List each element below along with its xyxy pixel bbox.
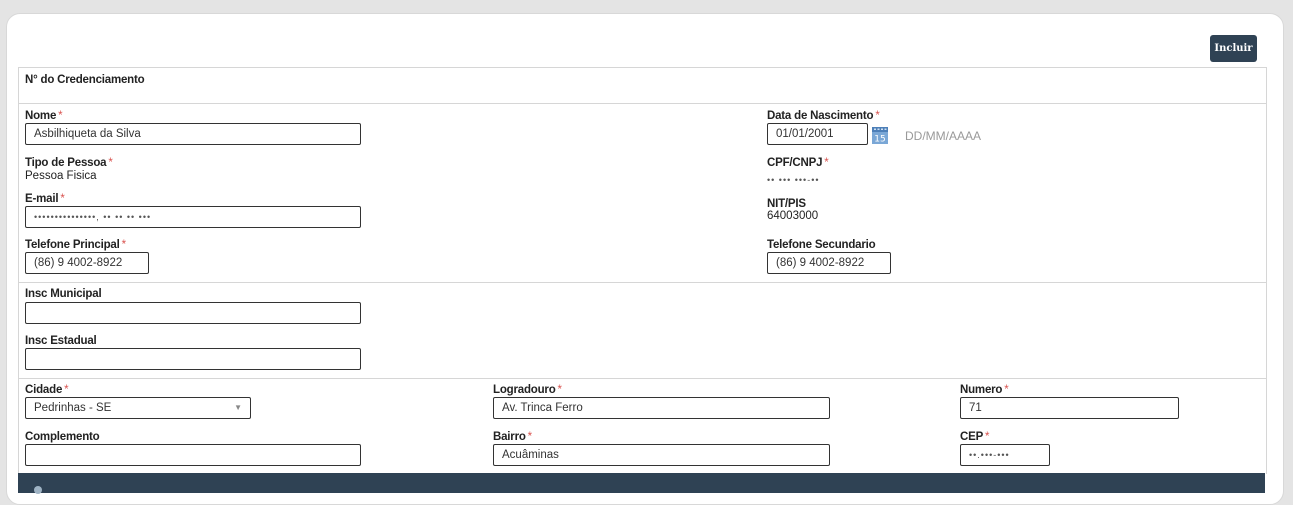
cep-label: CEP * — [960, 431, 990, 443]
cidade-select[interactable]: Pedrinhas - SE ▼ — [25, 397, 251, 419]
cep-input[interactable]: ••.•••-••• — [960, 444, 1050, 466]
numero-label: Numero * — [960, 384, 1009, 396]
cidade-label: Cidade * — [25, 384, 69, 396]
data-nascimento-label: Data de Nascimento * — [767, 110, 880, 122]
tipo-pessoa-label: Tipo de Pessoa * — [25, 157, 113, 169]
svg-text:15: 15 — [874, 135, 885, 145]
insc-municipal-input[interactable] — [25, 302, 361, 324]
insc-municipal-label: Insc Municipal — [25, 288, 102, 300]
credenciamento-label: N° do Credenciamento — [25, 74, 145, 86]
bairro-label: Bairro * — [493, 431, 532, 443]
nome-label: Nome * — [25, 110, 63, 122]
telefone-principal-input[interactable]: (86) 9 4002-8922 — [25, 252, 149, 274]
credenciamento-section — [18, 67, 1267, 104]
nome-input[interactable]: Asbilhiqueta da Silva — [25, 123, 361, 145]
chevron-down-icon: ▼ — [234, 403, 242, 412]
email-input[interactable]: •••••••••••••••, •• •• •• ••• — [25, 206, 361, 228]
nit-pis-value: 64003000 — [767, 210, 819, 222]
telefone-secundario-input[interactable]: (86) 9 4002-8922 — [767, 252, 891, 274]
next-section-header — [18, 473, 1265, 493]
data-nascimento-input[interactable]: 01/01/2001 — [767, 123, 868, 145]
cidade-selected-value: Pedrinhas - SE — [34, 402, 112, 414]
complemento-input[interactable] — [25, 444, 361, 466]
logradouro-label: Logradouro * — [493, 384, 562, 396]
telefone-secundario-label: Telefone Secundario — [767, 239, 876, 251]
cpf-cnpj-value: •• ••• •••-•• — [767, 175, 820, 185]
tipo-pessoa-value: Pessoa Fisica — [25, 170, 97, 182]
section-header-icon — [34, 486, 42, 494]
telefone-principal-label: Telefone Principal * — [25, 239, 126, 251]
logradouro-input[interactable]: Av. Trinca Ferro — [493, 397, 830, 419]
email-label: E-mail * — [25, 193, 65, 205]
complemento-label: Complemento — [25, 431, 100, 443]
bairro-input[interactable]: Acuâminas — [493, 444, 830, 466]
cpf-cnpj-label: CPF/CNPJ * — [767, 157, 829, 169]
insc-estadual-input[interactable] — [25, 348, 361, 370]
nit-pis-label: NIT/PIS — [767, 198, 806, 210]
include-button[interactable]: Incluir — [1210, 35, 1257, 62]
calendar-icon[interactable]: 15 — [872, 127, 888, 144]
date-format-hint: DD/MM/AAAA — [905, 129, 982, 143]
numero-input[interactable]: 71 — [960, 397, 1179, 419]
insc-estadual-label: Insc Estadual — [25, 335, 97, 347]
